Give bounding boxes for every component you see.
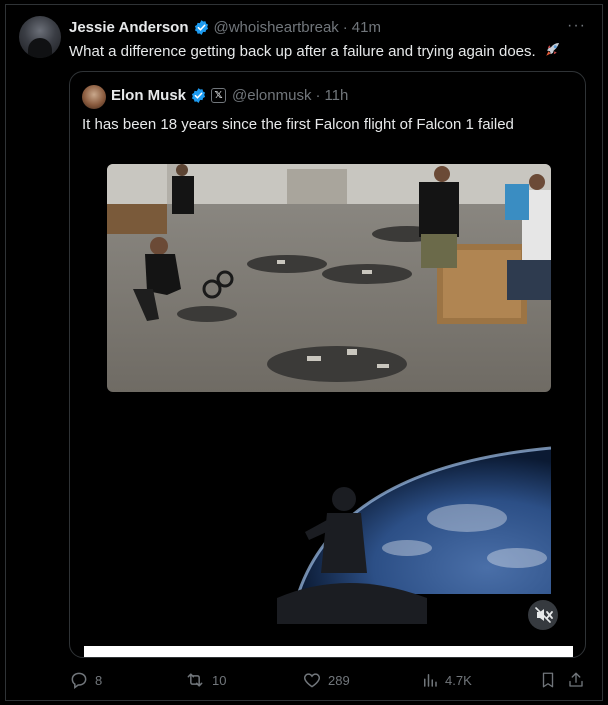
- more-options-button[interactable]: ···: [567, 17, 586, 35]
- quote-header: Elon Musk 𝕏 @elonmusk · 11h: [111, 87, 348, 104]
- analytics-icon: [424, 674, 437, 687]
- tweet-header: Jessie Anderson @whoisheartbreak · 41m: [69, 17, 381, 37]
- repost-icon: [187, 673, 203, 687]
- x-affiliation-icon: 𝕏: [211, 88, 227, 103]
- verified-icon: [194, 19, 208, 35]
- video-player[interactable]: [107, 398, 551, 624]
- video-progress-bar[interactable]: [84, 646, 573, 657]
- quote-author-handle[interactable]: @elonmusk: [232, 87, 311, 104]
- share-icon: [569, 672, 583, 687]
- quote-text: It has been 18 years since the first Fal…: [82, 116, 514, 133]
- repost-button[interactable]: 10: [184, 670, 226, 690]
- mute-button[interactable]: [528, 600, 558, 630]
- views-button[interactable]: 4.7K: [421, 670, 472, 690]
- like-count: 289: [328, 672, 350, 688]
- reply-button[interactable]: 8: [69, 670, 102, 690]
- repost-count: 10: [212, 672, 227, 688]
- avatar[interactable]: [19, 16, 61, 58]
- bookmark-button[interactable]: [539, 670, 563, 690]
- heart-icon: [303, 673, 321, 688]
- tweet-text-body: What a difference getting back up after …: [69, 43, 536, 60]
- action-bar: 8 10 289 4.7K: [69, 670, 589, 692]
- separator-dot: ·: [315, 87, 321, 104]
- share-button[interactable]: [567, 670, 591, 690]
- rocket-icon: [546, 43, 559, 56]
- separator-dot: ·: [342, 18, 348, 36]
- quoted-tweet[interactable]: Elon Musk 𝕏 @elonmusk · 11h It has been …: [69, 71, 586, 658]
- author-name[interactable]: Jessie Anderson: [69, 19, 189, 36]
- quote-time[interactable]: 11h: [324, 87, 348, 104]
- like-button[interactable]: 289: [302, 670, 350, 690]
- tweet-text: What a difference getting back up after …: [69, 40, 562, 60]
- tweet-time[interactable]: 41m: [352, 19, 381, 36]
- bookmark-icon: [542, 672, 554, 688]
- author-handle[interactable]: @whoisheartbreak: [214, 19, 339, 36]
- warehouse-photo[interactable]: [107, 164, 551, 392]
- quote-author-name[interactable]: Elon Musk: [111, 87, 186, 104]
- verified-icon: [191, 88, 206, 103]
- reply-icon: [71, 672, 87, 689]
- view-count: 4.7K: [445, 672, 472, 688]
- volume-muted-icon: [535, 607, 553, 623]
- reply-count: 8: [95, 672, 103, 688]
- quote-avatar[interactable]: [82, 85, 106, 109]
